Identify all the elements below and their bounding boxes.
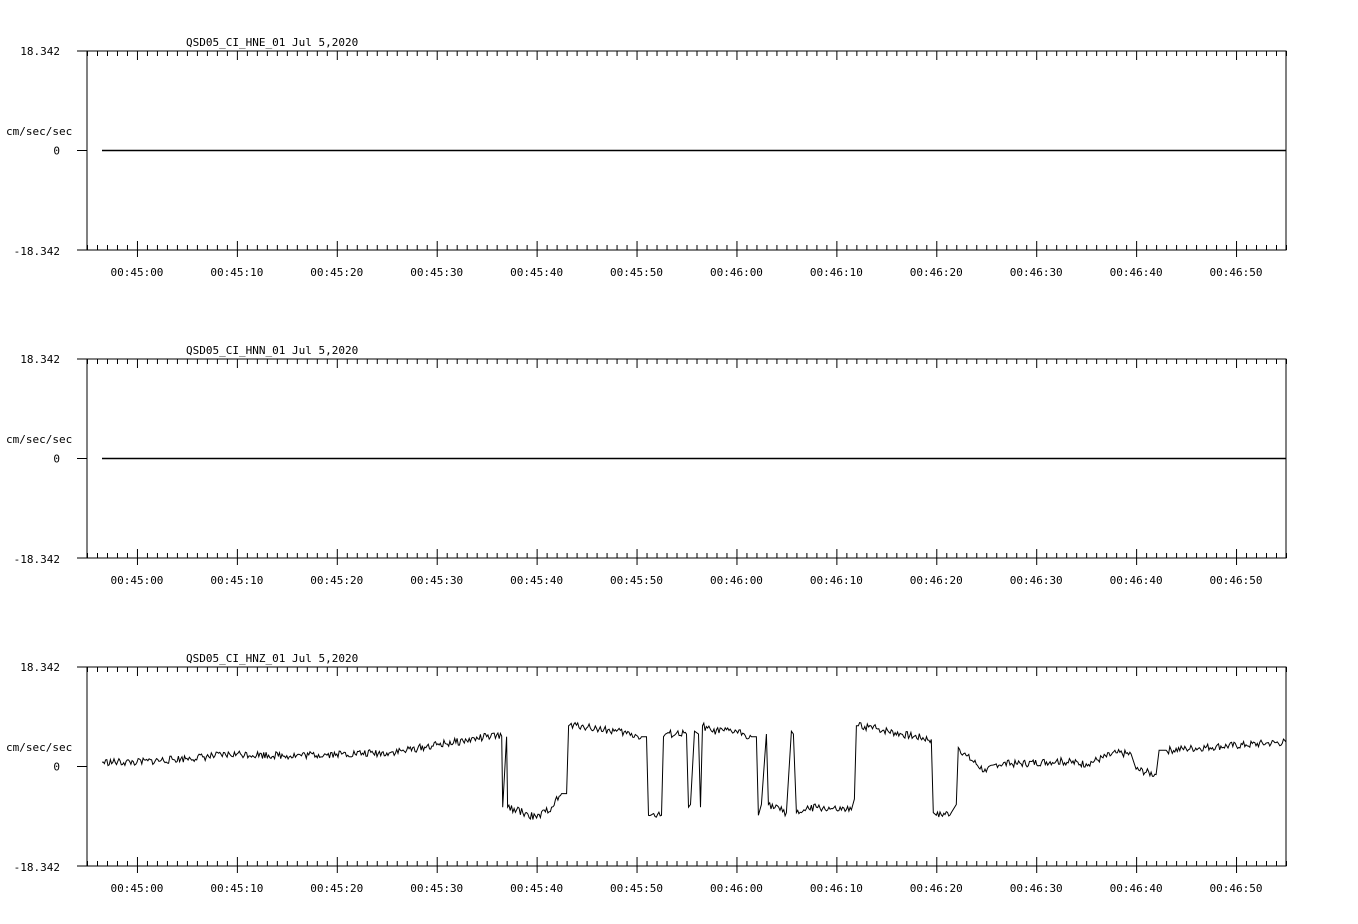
x-tick-label: 00:46:30 xyxy=(1010,574,1063,587)
x-tick-label: 00:46:00 xyxy=(710,882,763,895)
x-tick-label: 00:46:30 xyxy=(1010,266,1063,279)
y-axis-label: cm/sec/sec xyxy=(6,125,72,138)
x-tick-labels: 00:45:00 00:45:10 00:45:20 00:45:30 00:45:40… xyxy=(110,574,1262,587)
hne-channel-panel: QSD05_CI_HNE_01 Jul 5,2020 cm/sec/sec 18… xyxy=(6,36,1287,279)
x-tick-label: 00:46:40 xyxy=(1110,574,1163,587)
y-tick-zero-label: 0 xyxy=(53,761,60,774)
x-tick-label: 00:46:50 xyxy=(1210,882,1263,895)
y-tick-min-label: -18.342 xyxy=(14,245,60,258)
x-tick-label: 00:46:10 xyxy=(810,574,863,587)
x-tick-label: 00:45:50 xyxy=(610,266,663,279)
panel-title: QSD05_CI_HNE_01 Jul 5,2020 xyxy=(186,36,358,49)
y-tick-min-label: -18.342 xyxy=(14,861,60,874)
y-tick-max-label: 18.342 xyxy=(20,661,60,674)
x-tick-label: 00:45:10 xyxy=(210,574,263,587)
x-tick-label: 00:45:50 xyxy=(610,882,663,895)
x-tick-label: 00:45:00 xyxy=(110,266,163,279)
y-tick-zero-label: 0 xyxy=(53,453,60,466)
x-tick-label: 00:46:20 xyxy=(910,574,963,587)
hnn-channel-panel: QSD05_CI_HNN_01 Jul 5,2020 cm/sec/sec 18… xyxy=(6,344,1287,587)
x-tick-label: 00:45:10 xyxy=(210,882,263,895)
x-tick-label: 00:45:10 xyxy=(210,266,263,279)
x-tick-label: 00:45:50 xyxy=(610,574,663,587)
x-tick-label: 00:45:20 xyxy=(310,266,363,279)
x-tick-labels: 00:45:00 00:45:10 00:45:20 00:45:30 00:45:40… xyxy=(110,882,1262,895)
x-tick-labels: 00:45:00 00:45:10 00:45:20 00:45:30 00:45:40… xyxy=(110,266,1262,279)
x-axis-ticks xyxy=(87,51,1287,257)
x-tick-label: 00:45:20 xyxy=(310,882,363,895)
x-axis-ticks xyxy=(87,359,1287,565)
x-tick-label: 00:45:30 xyxy=(410,574,463,587)
y-tick-max-label: 18.342 xyxy=(20,353,60,366)
y-tick-zero-label: 0 xyxy=(53,145,60,158)
seismogram-figure: QSD05_CI_HNE_01 Jul 5,2020 cm/sec/sec 18… xyxy=(6,36,1287,895)
x-tick-label: 00:46:30 xyxy=(1010,882,1063,895)
x-tick-label: 00:46:20 xyxy=(910,882,963,895)
y-axis-label: cm/sec/sec xyxy=(6,433,72,446)
y-tick-min-label: -18.342 xyxy=(14,553,60,566)
x-tick-label: 00:46:50 xyxy=(1210,574,1263,587)
x-tick-label: 00:45:30 xyxy=(410,266,463,279)
x-tick-label: 00:46:10 xyxy=(810,882,863,895)
x-tick-label: 00:45:00 xyxy=(110,882,163,895)
x-tick-label: 00:46:20 xyxy=(910,266,963,279)
x-tick-label: 00:46:10 xyxy=(810,266,863,279)
panel-title: QSD05_CI_HNN_01 Jul 5,2020 xyxy=(186,344,358,357)
x-tick-label: 00:45:40 xyxy=(510,266,563,279)
x-tick-label: 00:46:50 xyxy=(1210,266,1263,279)
x-tick-label: 00:45:30 xyxy=(410,882,463,895)
x-tick-label: 00:46:40 xyxy=(1110,266,1163,279)
hnz-channel-panel: QSD05_CI_HNZ_01 Jul 5,2020 cm/sec/sec 18… xyxy=(6,652,1287,895)
x-tick-label: 00:46:00 xyxy=(710,266,763,279)
y-tick-max-label: 18.342 xyxy=(20,45,60,58)
y-axis-label: cm/sec/sec xyxy=(6,741,72,754)
x-tick-label: 00:46:00 xyxy=(710,574,763,587)
plot-frame xyxy=(86,666,1287,867)
panel-title: QSD05_CI_HNZ_01 Jul 5,2020 xyxy=(186,652,358,665)
x-tick-label: 00:45:40 xyxy=(510,574,563,587)
waveform-trace xyxy=(101,721,1287,821)
x-tick-label: 00:45:20 xyxy=(310,574,363,587)
x-tick-label: 00:46:40 xyxy=(1110,882,1163,895)
x-tick-label: 00:45:40 xyxy=(510,882,563,895)
x-tick-label: 00:45:00 xyxy=(110,574,163,587)
